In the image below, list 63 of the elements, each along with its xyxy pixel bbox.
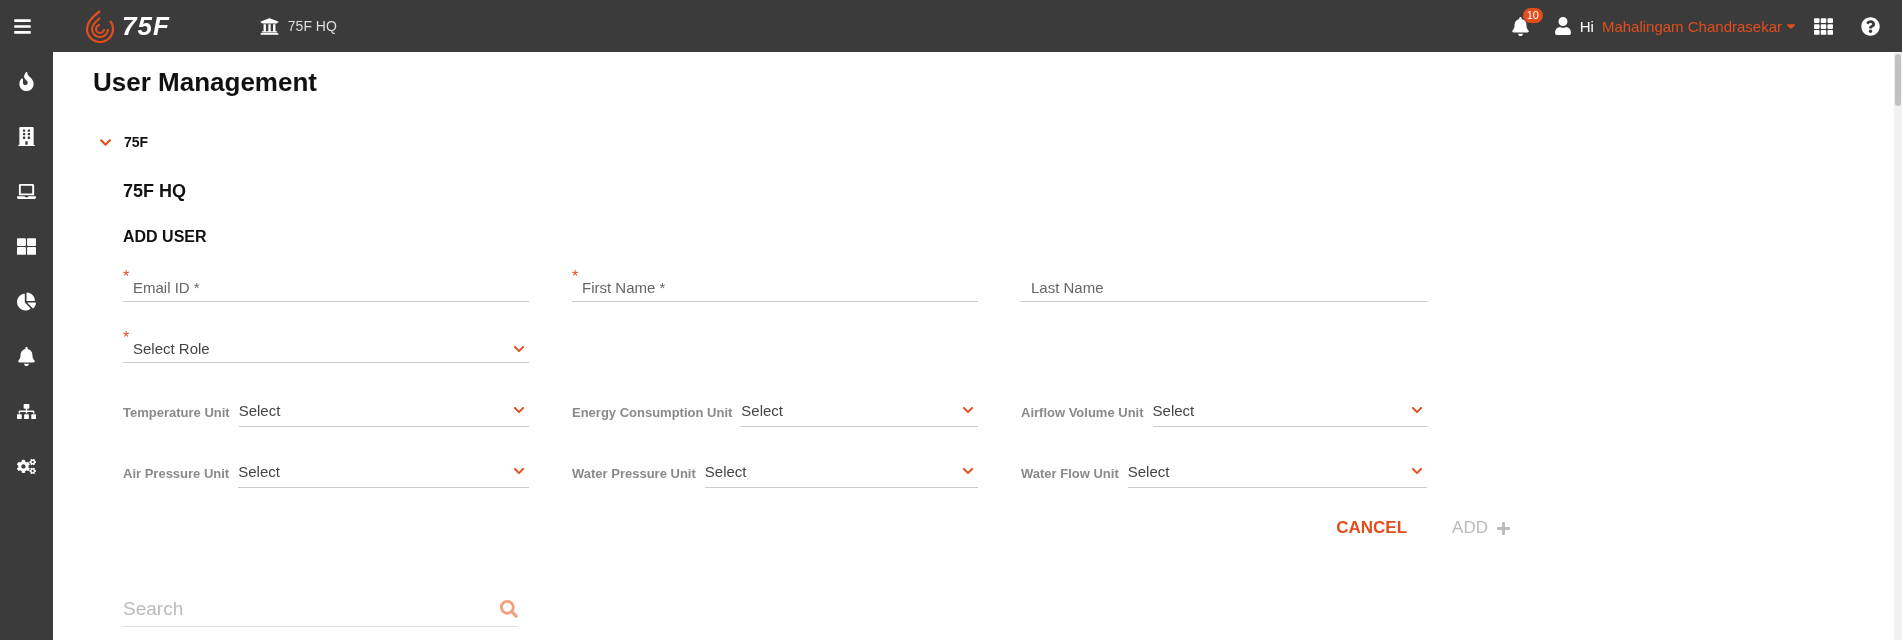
site-title: 75F HQ <box>123 180 188 202</box>
flame-icon <box>17 72 36 91</box>
greeting: Hi <box>1579 17 1594 35</box>
field-label: Temperature Unit <box>123 405 230 422</box>
field-label: Air Pressure Unit <box>123 466 230 483</box>
scrollbar-thumb[interactable] <box>1895 54 1901 106</box>
text-field[interactable]: Email ID * <box>133 279 529 301</box>
required-asterisk: * <box>123 330 131 346</box>
plus-icon <box>1496 520 1511 536</box>
user-icon <box>1553 17 1572 35</box>
sidebar-button[interactable] <box>17 182 36 201</box>
chevron-icon <box>513 465 525 477</box>
apps-button[interactable] <box>1814 16 1833 36</box>
chevron-icon <box>1411 465 1423 477</box>
sidebar-button[interactable] <box>17 72 36 91</box>
sidebar-button[interactable] <box>17 457 36 476</box>
cancel-button[interactable]: CANCEL <box>1336 518 1408 538</box>
tree-node[interactable]: 75F <box>99 134 149 150</box>
bell-icon <box>17 347 36 366</box>
help-button[interactable] <box>1861 16 1880 36</box>
pie-chart-icon <box>17 292 36 311</box>
chevron-icon <box>1411 404 1423 416</box>
field-label: Water Flow Unit <box>1021 466 1119 483</box>
site-selector[interactable]: 75F HQ <box>259 16 337 36</box>
unit-dropdown[interactable]: Select <box>238 460 529 488</box>
search-icon <box>500 600 518 618</box>
laptop-icon <box>17 182 36 201</box>
required-asterisk: * <box>572 269 580 285</box>
search-field[interactable]: Search <box>123 598 500 620</box>
form-title: ADD USER <box>123 227 208 247</box>
unit-dropdown[interactable]: Select <box>1152 399 1427 427</box>
notification-count: 10 <box>1522 7 1543 23</box>
gears-icon <box>17 457 36 476</box>
sidebar-button[interactable] <box>17 237 36 256</box>
menu-icon <box>12 16 32 36</box>
page-title: User Management <box>93 66 318 98</box>
field-label: Water Pressure Unit <box>572 466 696 483</box>
text-field[interactable]: Last Name <box>1031 279 1427 301</box>
landmark-icon <box>259 16 279 36</box>
four-squares-icon <box>17 237 36 256</box>
sidebar-button[interactable] <box>17 402 36 421</box>
field-label: Energy Consumption Unit <box>572 405 733 422</box>
unit-dropdown[interactable]: Select <box>1127 460 1427 488</box>
unit-dropdown[interactable]: Select <box>704 460 978 488</box>
grid-icon <box>1814 16 1833 36</box>
logo-icon <box>84 9 116 43</box>
chevron-icon <box>962 465 974 477</box>
chevron-icon <box>513 404 525 416</box>
building-icon <box>17 127 36 146</box>
text-field[interactable]: First Name * <box>582 279 978 301</box>
brand-name: 75F <box>122 10 170 42</box>
sidebar-button[interactable] <box>17 127 36 146</box>
scrollbar[interactable] <box>1894 52 1902 640</box>
sidebar-button[interactable] <box>17 292 36 311</box>
role-dropdown[interactable]: Select Role <box>133 340 529 362</box>
unit-dropdown[interactable]: Select <box>238 399 529 427</box>
unit-dropdown[interactable]: Select <box>741 399 978 427</box>
chevron-icon <box>962 404 974 416</box>
required-asterisk: * <box>123 269 131 285</box>
help-icon <box>1861 16 1880 36</box>
field-label: Airflow Volume Unit <box>1021 405 1144 422</box>
sidebar-button[interactable] <box>17 347 36 366</box>
hierarchy-icon <box>17 402 36 421</box>
